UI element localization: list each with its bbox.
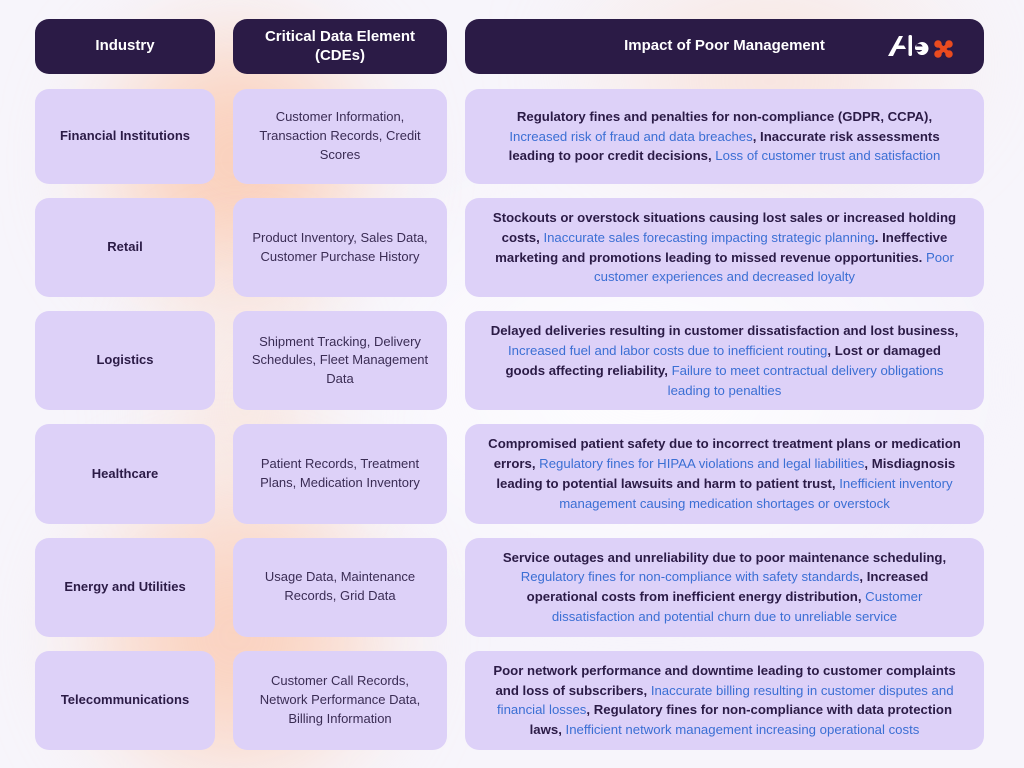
- impact-text: Service outages and unreliability due to…: [487, 548, 962, 627]
- table-body: Financial Institutions Customer Informati…: [35, 89, 984, 750]
- impact-segment-sep: ,: [827, 343, 835, 359]
- impact-segment-blue: Loss of customer trust and satisfaction: [715, 148, 941, 164]
- impact-segment-sep: ,: [664, 362, 672, 378]
- impact-cell: Service outages and unreliability due to…: [465, 537, 984, 637]
- column-header-cde: Critical Data Element (CDEs): [233, 19, 447, 74]
- industry-cell: Logistics: [35, 311, 215, 411]
- table-row: Logistics Shipment Tracking, Delivery Sch…: [35, 311, 984, 411]
- impact-segment-sep: ,: [954, 323, 959, 339]
- impact-text: Stockouts or overstock situations causin…: [487, 208, 962, 287]
- impact-text: Compromised patient safety due to incorr…: [487, 434, 962, 513]
- cde-cell: Customer Call Records, Network Performan…: [233, 650, 447, 750]
- impact-segment-blue: Inefficient network management increasin…: [565, 722, 920, 738]
- impact-segment-blue: Regulatory fines for non-compliance with…: [520, 569, 860, 585]
- table-header-row: Industry Critical Data Element (CDEs) Im…: [35, 19, 984, 74]
- table-row: Retail Product Inventory, Sales Data, Cus…: [35, 198, 984, 298]
- impact-cell: Regulatory fines and penalties for non-c…: [465, 89, 984, 185]
- impact-segment-sep: ,: [928, 108, 933, 124]
- industry-cell: Energy and Utilities: [35, 537, 215, 637]
- cde-cell: Product Inventory, Sales Data, Customer …: [233, 198, 447, 298]
- industry-cell: Retail: [35, 198, 215, 298]
- column-header-impact: Impact of Poor Management: [465, 19, 984, 74]
- impact-text: Regulatory fines and penalties for non-c…: [487, 107, 962, 166]
- impact-segment-sep: ,: [643, 682, 651, 698]
- table-row: Financial Institutions Customer Informati…: [35, 89, 984, 185]
- impact-segment-sep: .: [874, 229, 883, 245]
- industry-cell: Telecommunications: [35, 650, 215, 750]
- table-row: Telecommunications Customer Call Records,…: [35, 650, 984, 750]
- impact-segment-blue: Failure to meet contractual delivery obl…: [667, 362, 944, 398]
- impact-segment-sep: .: [918, 249, 926, 265]
- impact-segment-bold: Regulatory fines and penalties for non-c…: [516, 108, 929, 124]
- table-row: Energy and Utilities Usage Data, Maintena…: [35, 537, 984, 637]
- impact-segment-blue: Increased fuel and labor costs due to in…: [508, 343, 828, 359]
- column-header-cde-label: Critical Data Element (CDEs): [265, 28, 415, 66]
- industry-impact-table: Industry Critical Data Element (CDEs) Im…: [0, 0, 1024, 768]
- table-row: Healthcare Patient Records, Treatment Pla…: [35, 424, 984, 524]
- impact-segment-blue: Regulatory fines for HIPAA violations an…: [539, 456, 865, 472]
- impact-segment-bold: Delayed deliveries resulting in customer…: [490, 323, 955, 339]
- column-header-impact-label: Impact of Poor Management: [624, 37, 825, 55]
- impact-segment-blue: Inaccurate sales forecasting impacting s…: [543, 229, 875, 245]
- impact-segment-sep: ,: [752, 128, 761, 144]
- column-header-industry: Industry: [35, 19, 215, 74]
- impact-segment-bold: Service outages and unreliability due to…: [502, 549, 943, 565]
- impact-cell: Compromised patient safety due to incorr…: [465, 424, 984, 524]
- industry-cell: Healthcare: [35, 424, 215, 524]
- impact-segment-sep: ,: [864, 456, 872, 472]
- alex-logo: [888, 34, 953, 58]
- column-header-cde-line2: (CDEs): [314, 46, 365, 64]
- cde-cell: Shipment Tracking, Delivery Schedules, F…: [233, 311, 447, 411]
- column-header-industry-label: Industry: [95, 37, 155, 55]
- cde-cell: Patient Records, Treatment Plans, Medica…: [233, 424, 447, 524]
- impact-segment-blue: Increased risk of fraud and data breache…: [509, 128, 753, 144]
- column-header-cde-line1: Critical Data Element: [264, 27, 416, 45]
- cde-cell: Customer Information, Transaction Record…: [233, 89, 447, 185]
- impact-text: Poor network performance and downtime le…: [487, 661, 962, 740]
- impact-segment-sep: ,: [558, 722, 566, 738]
- impact-cell: Delayed deliveries resulting in customer…: [465, 311, 984, 411]
- industry-cell: Financial Institutions: [35, 89, 215, 185]
- impact-cell: Poor network performance and downtime le…: [465, 650, 984, 750]
- cde-cell: Usage Data, Maintenance Records, Grid Da…: [233, 537, 447, 637]
- impact-cell: Stockouts or overstock situations causin…: [465, 198, 984, 298]
- impact-segment-sep: ,: [942, 549, 947, 565]
- impact-segment-sep: ,: [586, 702, 594, 718]
- impact-segment-sep: ,: [859, 569, 867, 585]
- impact-text: Delayed deliveries resulting in customer…: [487, 321, 962, 400]
